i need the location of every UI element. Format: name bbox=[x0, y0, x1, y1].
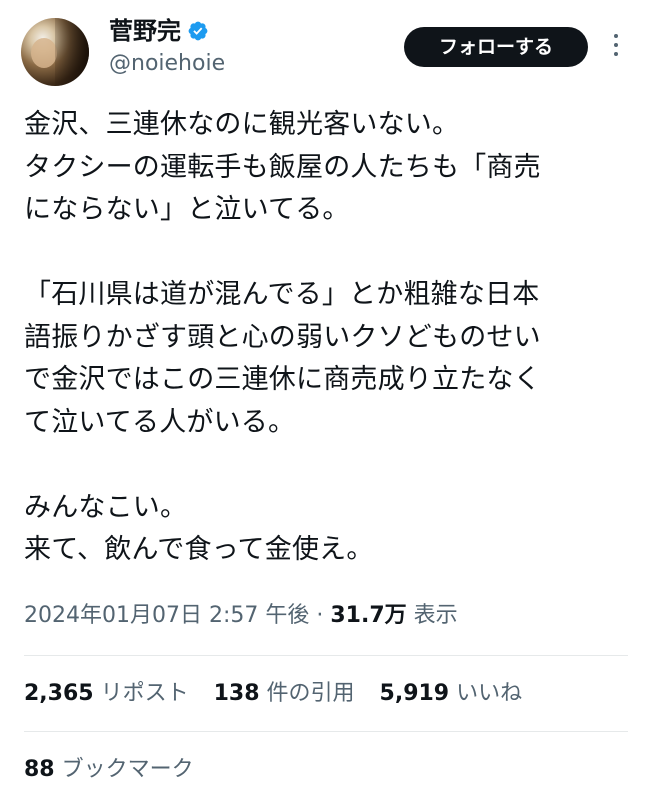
tweet-text-line: みんなこい。 bbox=[24, 491, 188, 523]
likes-label: いいね bbox=[449, 681, 523, 706]
tweet-text-line: タクシーの運転手も飯屋の人たちも「商売 bbox=[24, 151, 541, 183]
bookmarks-count: 88 bbox=[24, 757, 55, 782]
tweet-text-line: 来て、飲んで食って金使え。 bbox=[24, 534, 374, 565]
views-label: 表示 bbox=[406, 603, 458, 628]
meta-separator: · bbox=[309, 603, 331, 628]
avatar-photo-face bbox=[31, 38, 57, 68]
follow-button[interactable]: フォローする bbox=[404, 27, 588, 67]
bookmarks-label: ブックマーク bbox=[54, 757, 194, 782]
tweet-text-line: 語振りかざす頭と心の弱いクソどものせい bbox=[24, 321, 541, 353]
more-vertical-icon[interactable] bbox=[604, 29, 628, 65]
engagement-stats: 2,365 リポスト 138 件の引用 5,919 いいね bbox=[24, 678, 540, 710]
divider bbox=[24, 655, 628, 656]
tweet-text: 金沢、三連休なのに観光客いない。 タクシーの運転手も飯屋の人たちも「商売 になら… bbox=[24, 104, 630, 572]
reposts-label: リポスト bbox=[93, 681, 189, 706]
author-name-row: 菅野完 bbox=[109, 16, 209, 46]
reposts-count: 2,365 bbox=[24, 681, 94, 706]
reposts-stat[interactable]: 2,365 リポスト bbox=[24, 681, 189, 706]
tweet-header: 菅野完 @noiehoie フォローする bbox=[0, 0, 650, 96]
quotes-stat[interactable]: 138 件の引用 bbox=[214, 681, 355, 706]
tweet-text-line: て泣いてる人がいる。 bbox=[24, 406, 296, 438]
bookmarks-stat[interactable]: 88 ブックマーク bbox=[24, 754, 194, 786]
tweet-text-line: 金沢、三連休なのに観光客いない。 bbox=[24, 109, 460, 140]
tweet-timestamp[interactable]: 2024年01月07日 2:57 午後 bbox=[24, 603, 309, 628]
avatar[interactable] bbox=[21, 18, 89, 86]
author-handle[interactable]: @noiehoie bbox=[109, 50, 225, 78]
quotes-label: 件の引用 bbox=[259, 681, 355, 706]
divider bbox=[24, 731, 628, 732]
tweet-text-line: 「石川県は道が混んでる」とか粗雑な日本 bbox=[24, 279, 540, 310]
likes-count: 5,919 bbox=[379, 681, 450, 706]
views-count[interactable]: 31.7万 bbox=[330, 603, 406, 628]
tweet-text-line: で金沢ではこの三連休に商売成り立たなく bbox=[24, 364, 541, 395]
verified-badge-icon bbox=[188, 21, 208, 41]
author-display-name[interactable]: 菅野完 bbox=[109, 16, 181, 46]
tweet-text-line: にならない」と泣いてる。 bbox=[24, 194, 350, 225]
avatar-photo-shade bbox=[55, 18, 89, 86]
tweet-meta: 2024年01月07日 2:57 午後 · 31.7万 表示 bbox=[24, 600, 458, 632]
likes-stat[interactable]: 5,919 いいね bbox=[380, 681, 523, 706]
quotes-count: 138 bbox=[213, 681, 260, 706]
